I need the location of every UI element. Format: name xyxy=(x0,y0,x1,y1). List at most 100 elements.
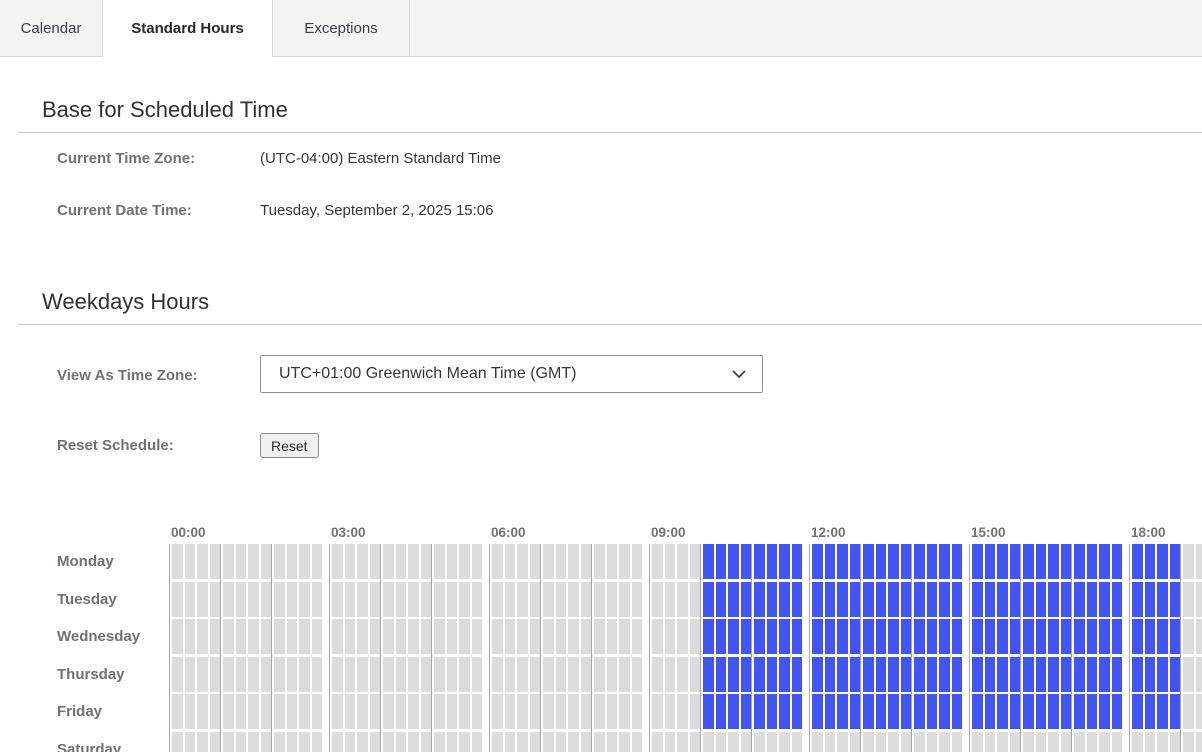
schedule-cell[interactable] xyxy=(447,694,458,729)
schedule-cell[interactable] xyxy=(767,732,778,752)
schedule-cell[interactable] xyxy=(914,732,925,752)
schedule-cell[interactable] xyxy=(665,657,676,692)
schedule-cell[interactable] xyxy=(357,544,368,579)
schedule-cell[interactable] xyxy=(939,694,950,729)
schedule-cell[interactable] xyxy=(543,657,554,692)
schedule-cell[interactable] xyxy=(850,619,861,654)
schedule-cell[interactable] xyxy=(914,544,925,579)
tab-standard-hours[interactable]: Standard Hours xyxy=(103,0,273,57)
schedule-cell[interactable] xyxy=(876,582,887,617)
schedule-cell[interactable] xyxy=(779,544,790,579)
schedule-cell[interactable] xyxy=(459,657,470,692)
schedule-cell[interactable] xyxy=(792,582,803,617)
schedule-cell[interactable] xyxy=(312,544,323,579)
schedule-cell[interactable] xyxy=(619,544,630,579)
schedule-cell[interactable] xyxy=(690,544,701,579)
schedule-cell[interactable] xyxy=(447,732,458,752)
schedule-cell[interactable] xyxy=(850,657,861,692)
schedule-cell[interactable] xyxy=(197,544,208,579)
schedule-cell[interactable] xyxy=(927,694,938,729)
schedule-cell[interactable] xyxy=(619,619,630,654)
schedule-cell[interactable] xyxy=(261,582,272,617)
schedule-cell[interactable] xyxy=(1145,732,1156,752)
schedule-cell[interactable] xyxy=(997,694,1008,729)
schedule-cell[interactable] xyxy=(1183,657,1194,692)
schedule-cell[interactable] xyxy=(408,732,419,752)
schedule-cell[interactable] xyxy=(1036,619,1047,654)
schedule-cell[interactable] xyxy=(472,732,483,752)
schedule-cell[interactable] xyxy=(985,582,996,617)
schedule-cell[interactable] xyxy=(1099,657,1110,692)
schedule-cell[interactable] xyxy=(1010,694,1021,729)
schedule-cell[interactable] xyxy=(1132,544,1143,579)
schedule-cell[interactable] xyxy=(408,694,419,729)
schedule-cell[interactable] xyxy=(888,544,899,579)
schedule-cell[interactable] xyxy=(408,544,419,579)
schedule-cell[interactable] xyxy=(1196,619,1202,654)
schedule-cell[interactable] xyxy=(741,694,752,729)
schedule-cell[interactable] xyxy=(703,657,714,692)
schedule-cell[interactable] xyxy=(1157,657,1168,692)
schedule-cell[interactable] xyxy=(901,544,912,579)
schedule-cell[interactable] xyxy=(396,544,407,579)
schedule-cell[interactable] xyxy=(1074,544,1085,579)
schedule-cell[interactable] xyxy=(888,657,899,692)
schedule-cell[interactable] xyxy=(492,582,503,617)
schedule-cell[interactable] xyxy=(332,582,343,617)
schedule-cell[interactable] xyxy=(594,619,605,654)
schedule-cell[interactable] xyxy=(1170,694,1181,729)
schedule-cell[interactable] xyxy=(396,582,407,617)
schedule-cell[interactable] xyxy=(210,544,221,579)
schedule-cell[interactable] xyxy=(754,694,765,729)
schedule-cell[interactable] xyxy=(703,732,714,752)
schedule-cell[interactable] xyxy=(357,694,368,729)
schedule-cell[interactable] xyxy=(287,694,298,729)
schedule-cell[interactable] xyxy=(434,657,445,692)
schedule-cell[interactable] xyxy=(357,732,368,752)
schedule-cell[interactable] xyxy=(210,694,221,729)
schedule-cell[interactable] xyxy=(665,694,676,729)
schedule-cell[interactable] xyxy=(825,694,836,729)
schedule-cell[interactable] xyxy=(543,544,554,579)
schedule-cell[interactable] xyxy=(472,619,483,654)
schedule-cell[interactable] xyxy=(396,732,407,752)
schedule-cell[interactable] xyxy=(1145,694,1156,729)
schedule-cell[interactable] xyxy=(197,657,208,692)
schedule-cell[interactable] xyxy=(274,732,285,752)
schedule-cell[interactable] xyxy=(1183,619,1194,654)
schedule-cell[interactable] xyxy=(299,619,310,654)
schedule-cell[interactable] xyxy=(1074,619,1085,654)
schedule-cell[interactable] xyxy=(568,544,579,579)
schedule-cell[interactable] xyxy=(716,619,727,654)
schedule-cell[interactable] xyxy=(792,544,803,579)
schedule-cell[interactable] xyxy=(197,619,208,654)
schedule-cell[interactable] xyxy=(607,732,618,752)
schedule-cell[interactable] xyxy=(1183,582,1194,617)
schedule-cell[interactable] xyxy=(421,619,432,654)
schedule-cell[interactable] xyxy=(652,619,663,654)
schedule-cell[interactable] xyxy=(312,694,323,729)
schedule-cell[interactable] xyxy=(1183,544,1194,579)
schedule-cell[interactable] xyxy=(248,657,259,692)
schedule-cell[interactable] xyxy=(312,619,323,654)
schedule-cell[interactable] xyxy=(952,544,963,579)
schedule-cell[interactable] xyxy=(434,582,445,617)
schedule-cell[interactable] xyxy=(408,582,419,617)
schedule-cell[interactable] xyxy=(779,582,790,617)
schedule-cell[interactable] xyxy=(185,732,196,752)
schedule-cell[interactable] xyxy=(1157,619,1168,654)
schedule-cell[interactable] xyxy=(1048,582,1059,617)
schedule-cell[interactable] xyxy=(876,694,887,729)
schedule-cell[interactable] xyxy=(997,544,1008,579)
schedule-cell[interactable] xyxy=(728,619,739,654)
schedule-cell[interactable] xyxy=(792,694,803,729)
schedule-cell[interactable] xyxy=(792,732,803,752)
schedule-cell[interactable] xyxy=(505,619,516,654)
schedule-cell[interactable] xyxy=(825,544,836,579)
schedule-cell[interactable] xyxy=(1061,657,1072,692)
schedule-cell[interactable] xyxy=(754,657,765,692)
schedule-cell[interactable] xyxy=(447,619,458,654)
schedule-cell[interactable] xyxy=(716,582,727,617)
schedule-cell[interactable] xyxy=(1061,544,1072,579)
schedule-cell[interactable] xyxy=(581,732,592,752)
